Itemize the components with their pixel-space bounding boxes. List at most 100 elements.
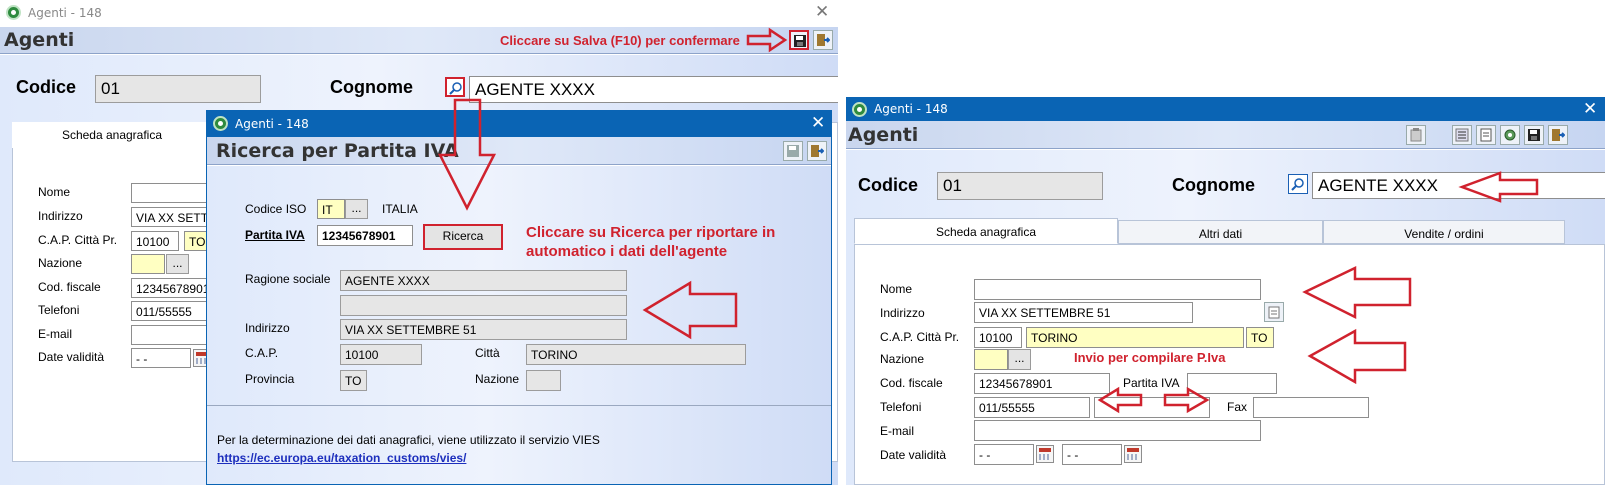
- tab-vendite-ordini[interactable]: Vendite / ordini: [1323, 220, 1565, 244]
- right-nazione-lookup-button[interactable]: ...: [1008, 349, 1031, 370]
- vies-footer-text: Per la determinazione dei dati anagrafic…: [217, 433, 600, 447]
- clipboard-button[interactable]: [1406, 125, 1426, 145]
- list-button[interactable]: [1452, 125, 1472, 145]
- right-indirizzo-field[interactable]: VIA XX SETTEMBRE 51: [974, 302, 1193, 323]
- dialog-close-icon[interactable]: ✕: [811, 114, 825, 131]
- right-nome-field[interactable]: [974, 279, 1261, 300]
- right-window-titlebar: Agenti - 148 ✕: [846, 97, 1605, 121]
- list-icon: [1455, 128, 1469, 142]
- right-pr-field[interactable]: TO: [1246, 327, 1274, 348]
- cap-label: C.A.P. Città Pr.: [38, 233, 118, 247]
- right-window: Agenti - 148 ✕ Agenti Codice 01 Cognome …: [846, 97, 1605, 485]
- codice-label: Codice: [16, 77, 77, 97]
- search-lookup-button[interactable]: [445, 77, 465, 97]
- app-logo-icon: [852, 102, 867, 117]
- right-close-icon[interactable]: ✕: [1583, 100, 1597, 117]
- dialog-exit-button[interactable]: [807, 141, 827, 161]
- ragione-sociale-field-2: [340, 295, 627, 316]
- codice-iso-field[interactable]: IT: [317, 199, 345, 219]
- cap-field: 10100: [340, 344, 422, 365]
- indirizzo-label: Indirizzo: [38, 209, 83, 223]
- codfiscale-field[interactable]: 12345678901: [131, 278, 211, 298]
- cap-field[interactable]: 10100: [131, 231, 179, 251]
- right-save-button[interactable]: [1524, 125, 1544, 145]
- right-codice-label: Codice: [858, 175, 919, 195]
- exit-door-icon: [811, 145, 824, 157]
- right-page-title: Agenti: [848, 124, 919, 146]
- settings-button[interactable]: [1500, 125, 1520, 145]
- floppy-icon: [787, 145, 799, 157]
- exit-door-icon: [817, 34, 830, 46]
- close-icon[interactable]: ✕: [815, 3, 829, 20]
- right-email-field[interactable]: [974, 420, 1261, 441]
- dialog-divider: [207, 405, 831, 406]
- dialog-titlebar: Agenti - 148 ✕: [207, 111, 831, 137]
- exit-door-icon: [1552, 129, 1565, 141]
- clipboard-icon: [1268, 306, 1280, 319]
- ricerca-button[interactable]: Ricerca: [423, 224, 503, 250]
- calendar-from-icon[interactable]: [1036, 445, 1054, 463]
- country-text: ITALIA: [382, 202, 418, 216]
- right-date-label: Date validità: [880, 448, 947, 462]
- search-icon: [449, 82, 462, 95]
- app-logo-icon: [6, 5, 21, 20]
- citta-field: TORINO: [526, 344, 746, 365]
- tab-scheda-anagrafica[interactable]: Scheda anagrafica: [12, 122, 212, 148]
- calendar-to-icon[interactable]: [1124, 445, 1142, 463]
- telefoni-field[interactable]: 011/55555: [131, 301, 211, 321]
- right-window-title: Agenti - 148: [874, 102, 948, 116]
- tab-scheda-anagrafica[interactable]: Scheda anagrafica: [854, 218, 1118, 244]
- right-codfiscale-field[interactable]: 12345678901: [974, 373, 1110, 394]
- email-field[interactable]: [131, 325, 211, 345]
- codice-field[interactable]: 01: [95, 75, 261, 103]
- search-icon: [1291, 178, 1304, 191]
- codfiscale-label: Cod. fiscale: [38, 280, 101, 294]
- tab-altri-dati[interactable]: Altri dati: [1118, 220, 1323, 244]
- codice-iso-lookup-button[interactable]: ...: [345, 199, 368, 219]
- right-window-header: Agenti: [846, 121, 1605, 149]
- right-cognome-field[interactable]: AGENTE XXXX: [1312, 172, 1605, 199]
- piva-annotation: Invio per compilare P.Iva: [1074, 350, 1226, 365]
- nome-field[interactable]: [131, 183, 211, 203]
- right-codice-field[interactable]: 01: [937, 172, 1103, 200]
- right-exit-button[interactable]: [1548, 125, 1568, 145]
- right-fax-field[interactable]: [1253, 397, 1369, 418]
- search-dialog: Agenti - 148 ✕ Ricerca per Partita IVA C…: [206, 110, 832, 485]
- right-date-to-field[interactable]: - -: [1062, 444, 1122, 465]
- dialog-header: Ricerca per Partita IVA: [207, 137, 831, 165]
- save-button[interactable]: [789, 30, 809, 50]
- right-telefoni-field-2[interactable]: [1094, 397, 1210, 418]
- exit-button[interactable]: [813, 30, 833, 50]
- date-field[interactable]: - -: [131, 348, 191, 368]
- window-title: Agenti - 148: [28, 6, 102, 20]
- dialog-body: Codice ISO IT ... ITALIA Partita IVA 123…: [207, 166, 831, 484]
- back-window-titlebar: Agenti - 148 ✕: [0, 0, 838, 27]
- cap-label: C.A.P.: [245, 346, 279, 360]
- right-nazione-field[interactable]: [974, 349, 1008, 370]
- citta-label: Città: [475, 346, 500, 360]
- right-partita-iva-field[interactable]: [1187, 373, 1277, 394]
- indirizzo-field[interactable]: VIA XX SETTE: [131, 207, 211, 227]
- indirizzo-field: VIA XX SETTEMBRE 51: [340, 319, 627, 340]
- right-citta-field[interactable]: TORINO: [1026, 327, 1244, 348]
- partita-iva-label: Partita IVA: [245, 228, 305, 242]
- vies-link[interactable]: https://ec.europa.eu/taxation_customs/vi…: [217, 451, 466, 465]
- cognome-label: Cognome: [330, 77, 413, 97]
- ragione-sociale-label: Ragione sociale: [245, 272, 331, 286]
- right-date-from-field[interactable]: - -: [974, 444, 1034, 465]
- right-cap-field[interactable]: 10100: [974, 327, 1022, 348]
- dialog-save-button[interactable]: [783, 141, 803, 161]
- right-search-lookup-button[interactable]: [1288, 174, 1308, 194]
- document-button[interactable]: [1476, 125, 1496, 145]
- app-logo-icon: [213, 116, 228, 131]
- partita-iva-field[interactable]: 12345678901: [317, 225, 413, 246]
- address-clipboard-button[interactable]: [1264, 302, 1284, 322]
- save-annotation: Cliccare su Salva (F10) per confermare: [500, 33, 740, 48]
- dialog-title: Agenti - 148: [235, 117, 309, 131]
- nazione-lookup-button[interactable]: ...: [166, 254, 189, 274]
- right-email-label: E-mail: [880, 424, 915, 438]
- right-telefoni-field[interactable]: 011/55555: [974, 397, 1090, 418]
- cognome-field[interactable]: AGENTE XXXX: [469, 76, 838, 103]
- nazione-field[interactable]: [131, 254, 165, 274]
- provincia-label: Provincia: [245, 372, 295, 386]
